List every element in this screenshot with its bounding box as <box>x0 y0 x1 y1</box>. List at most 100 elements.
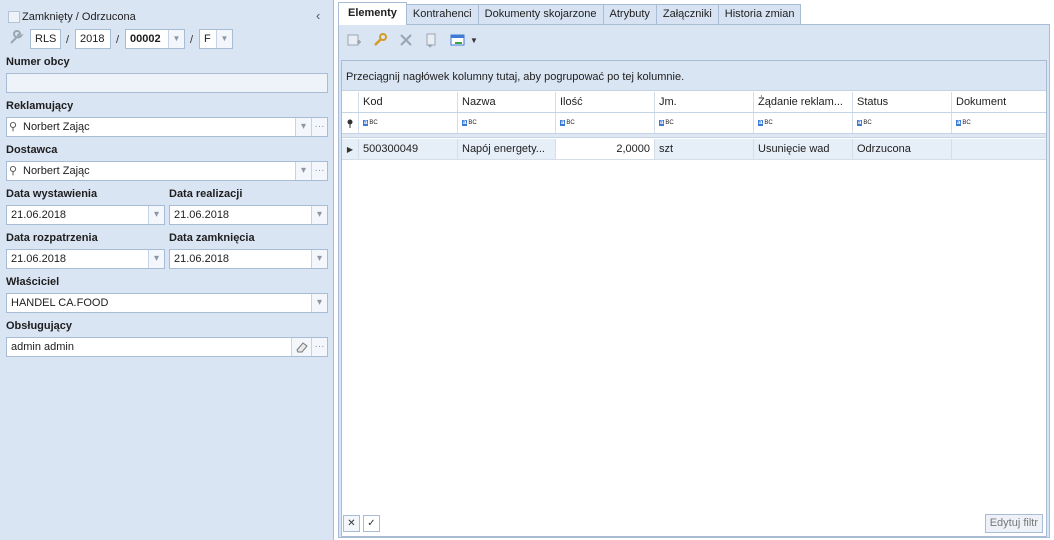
column-header-kod[interactable]: Kod <box>359 92 458 112</box>
tab-strip: Elementy Kontrahenci Dokumenty skojarzon… <box>338 2 802 25</box>
doc-year-value: 2018 <box>80 33 105 45</box>
add-item-icon[interactable] <box>343 29 365 51</box>
slash-separator: / <box>66 34 70 46</box>
group-by-panel[interactable]: Przeciągnij nagłówek kolumny tutaj, aby … <box>342 61 1046 91</box>
obslugujacy-label: Obsługujący <box>6 320 73 332</box>
chevron-down-icon[interactable]: ▾ <box>311 250 327 268</box>
chevron-down-icon[interactable]: ▼ <box>216 30 232 48</box>
filter-enabled-checkbox[interactable]: ✓ <box>363 515 380 532</box>
filter-cell-status[interactable]: a BC <box>853 113 952 133</box>
abc-filter-icon: a BC <box>560 119 575 126</box>
abc-filter-icon: a BC <box>659 119 674 126</box>
filter-cell-nazwa[interactable]: a BC <box>458 113 556 133</box>
data-wystawienia-value: 21.06.2018 <box>11 209 67 221</box>
filter-separator <box>342 134 1046 138</box>
tab-elementy[interactable]: Elementy <box>338 2 407 25</box>
chevron-down-icon[interactable]: ▾ <box>295 118 311 136</box>
data-rozpatrzenia-value: 21.06.2018 <box>11 253 67 265</box>
clear-filter-icon[interactable]: ✕ <box>343 515 360 532</box>
reklamujacy-value: Norbert Zając <box>23 121 90 133</box>
doc-suffix-field[interactable]: F ▼ <box>199 29 233 49</box>
cell-jm[interactable]: szt <box>655 139 754 159</box>
obslugujacy-field[interactable]: admin admin ··· <box>6 337 328 357</box>
tab-kontrahenci[interactable]: Kontrahenci <box>405 4 479 25</box>
filter-cell-ilosc[interactable]: a BC <box>556 113 655 133</box>
cell-dokument[interactable] <box>952 139 1046 159</box>
data-wystawienia-label: Data wystawienia <box>6 188 98 200</box>
slash-separator: / <box>116 34 120 46</box>
table-row[interactable]: ▶ 500300049 Napój energety... 2,0000 szt… <box>342 139 1046 160</box>
wlasciciel-label: Właściciel <box>6 276 60 288</box>
attach-document-icon[interactable] <box>421 29 443 51</box>
chevron-down-icon[interactable]: ▾ <box>148 250 164 268</box>
column-header-nazwa[interactable]: Nazwa <box>458 92 556 112</box>
doc-suffix-value: F <box>204 33 211 45</box>
toolbar: ▼ <box>343 29 485 51</box>
cell-zadanie[interactable]: Usunięcie wad <box>754 139 853 159</box>
filter-row: a BC a BC a BC a BC a BC a BC a BC <box>342 113 1046 134</box>
filter-pin-icon <box>342 113 359 133</box>
abc-filter-icon: a BC <box>857 119 872 126</box>
filter-cell-jm[interactable]: a BC <box>655 113 754 133</box>
abc-filter-icon: a BC <box>758 119 773 126</box>
data-zamkniecia-value: 21.06.2018 <box>174 253 230 265</box>
collapse-chevron-icon[interactable]: ‹ <box>316 8 320 23</box>
column-header-dokument[interactable]: Dokument <box>952 92 1046 112</box>
filter-cell-dokument[interactable]: a BC <box>952 113 1046 133</box>
cell-ilosc[interactable]: 2,0000 <box>556 139 655 159</box>
column-header-ilosc[interactable]: Ilość <box>556 92 655 112</box>
tab-content-elementy: ▼ Przeciągnij nagłówek kolumny tutaj, ab… <box>338 24 1050 538</box>
cell-nazwa[interactable]: Napój energety... <box>458 139 556 159</box>
column-header-row: Kod Nazwa Ilość Jm. Żądanie reklam... St… <box>342 92 1046 113</box>
elements-grid: Przeciągnij nagłówek kolumny tutaj, aby … <box>341 60 1047 537</box>
dostawca-label: Dostawca <box>6 144 58 156</box>
tab-atrybuty[interactable]: Atrybuty <box>602 4 657 25</box>
more-options-icon[interactable]: ··· <box>311 118 327 136</box>
tab-dokumenty-skojarzone[interactable]: Dokumenty skojarzone <box>477 4 604 25</box>
chevron-down-icon[interactable]: ▾ <box>311 294 327 312</box>
column-header-zadanie[interactable]: Żądanie reklam... <box>754 92 853 112</box>
data-realizacji-field[interactable]: 21.06.2018 ▾ <box>169 205 328 225</box>
data-realizacji-label: Data realizacji <box>169 188 243 200</box>
wlasciciel-value: HANDEL CA.FOOD <box>11 297 109 309</box>
tab-historia-zmian[interactable]: Historia zmian <box>717 4 802 25</box>
more-options-icon[interactable]: ··· <box>311 162 327 180</box>
status-checkbox[interactable] <box>8 11 20 23</box>
status-label: Zamknięty / Odrzucona <box>22 11 136 23</box>
data-realizacji-value: 21.06.2018 <box>174 209 230 221</box>
eraser-icon[interactable] <box>291 338 311 356</box>
filter-cell-zadanie[interactable]: a BC <box>754 113 853 133</box>
cell-status[interactable]: Odrzucona <box>853 139 952 159</box>
more-options-icon[interactable]: ··· <box>311 338 327 356</box>
edit-filter-button[interactable]: Edytuj filtr <box>984 514 1043 533</box>
wlasciciel-field[interactable]: HANDEL CA.FOOD ▾ <box>6 293 328 313</box>
reklamujacy-field[interactable]: ⚲ Norbert Zając ▾ ··· <box>6 117 328 137</box>
chevron-down-icon[interactable]: ▼ <box>470 36 478 45</box>
numer-obcy-input[interactable] <box>6 73 328 93</box>
search-icon[interactable]: ⚲ <box>9 162 23 180</box>
filter-cell-kod[interactable]: a BC <box>359 113 458 133</box>
data-rozpatrzenia-field[interactable]: 21.06.2018 ▾ <box>6 249 165 269</box>
doc-year-field[interactable]: 2018 <box>75 29 111 49</box>
slash-separator: / <box>190 34 194 46</box>
dostawca-field[interactable]: ⚲ Norbert Zając ▾ ··· <box>6 161 328 181</box>
chevron-down-icon[interactable]: ▼ <box>168 30 184 48</box>
numer-obcy-label: Numer obcy <box>6 56 70 68</box>
delete-icon[interactable] <box>395 29 417 51</box>
edit-wrench-icon[interactable] <box>369 29 391 51</box>
data-zamkniecia-field[interactable]: 21.06.2018 ▾ <box>169 249 328 269</box>
wrench-icon[interactable] <box>8 30 24 49</box>
chevron-down-icon[interactable]: ▾ <box>311 206 327 224</box>
cell-kod[interactable]: 500300049 <box>359 139 458 159</box>
tab-zalaczniki[interactable]: Załączniki <box>655 4 719 25</box>
data-wystawienia-field[interactable]: 21.06.2018 ▾ <box>6 205 165 225</box>
chevron-down-icon[interactable]: ▾ <box>295 162 311 180</box>
dostawca-value: Norbert Zając <box>23 165 90 177</box>
chevron-down-icon[interactable]: ▾ <box>148 206 164 224</box>
column-header-status[interactable]: Status <box>853 92 952 112</box>
doc-series-field[interactable]: RLS <box>30 29 61 49</box>
column-header-jm[interactable]: Jm. <box>655 92 754 112</box>
generate-document-icon[interactable]: ▼ <box>447 29 481 51</box>
search-icon[interactable]: ⚲ <box>9 118 23 136</box>
doc-number-field[interactable]: 00002 ▼ <box>125 29 185 49</box>
